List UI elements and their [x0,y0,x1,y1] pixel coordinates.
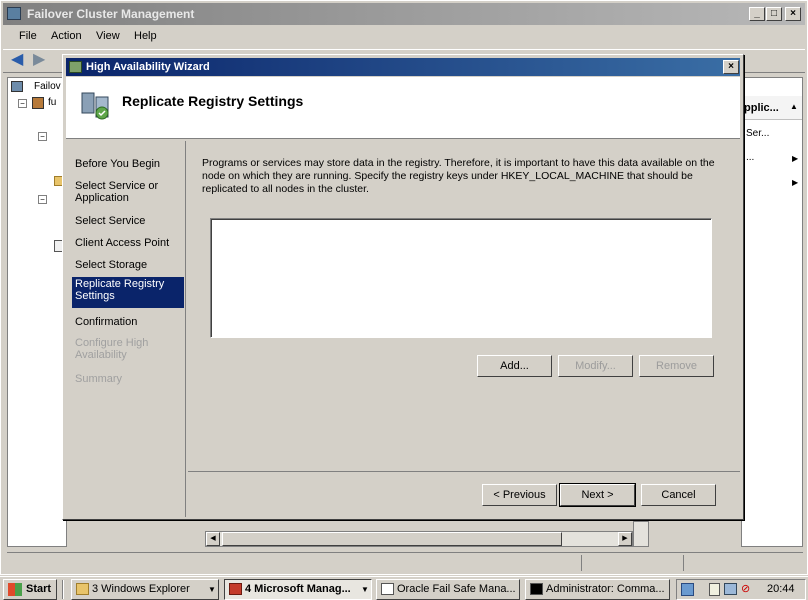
actions-pane: pplic... ▲ Ser... ... ▶ ▶ [741,77,803,547]
console-tree: Failov − fu − − [7,77,67,547]
start-button[interactable]: Start [3,579,57,600]
previous-button[interactable]: < Previous [482,484,557,506]
task-microsoft-management[interactable]: 4 Microsoft Manag... ▼ [224,579,372,600]
window-title: Failover Cluster Management [27,7,195,21]
chevron-down-icon: ▼ [361,585,369,594]
task-label: Oracle Fail Safe Mana... [397,583,516,595]
window-title-bar[interactable]: Failover Cluster Management _ □ × [3,3,805,25]
back-arrow-icon[interactable]: ◀ [11,52,29,68]
expand-icon[interactable]: − [18,99,27,108]
nav-configure-high-availability: Configure High Availability [75,337,149,361]
status-bar [7,552,803,572]
submenu-arrow-icon[interactable]: ▶ [792,154,798,163]
console-icon [530,583,543,595]
actions-header-label: pplic... [744,102,779,114]
nav-summary: Summary [75,373,123,385]
wizard-dialog: High Availability Wizard × Replicate Reg… [62,54,744,520]
nav-replicate-registry-settings[interactable]: Replicate Registry Settings [72,277,184,308]
menu-help[interactable]: Help [134,30,157,42]
cancel-button[interactable]: Cancel [641,484,716,506]
task-label: 3 Windows Explorer [92,583,190,595]
nav-select-service-or-application[interactable]: Select Service or Application [72,179,184,205]
scroll-thumb[interactable] [222,532,562,546]
clipboard-icon[interactable] [709,583,720,596]
forward-arrow-icon[interactable]: ▶ [33,52,51,68]
add-button[interactable]: Add... [477,355,552,377]
nav-select-service[interactable]: Select Service [72,214,184,228]
nav-confirmation[interactable]: Confirmation [72,315,184,329]
vertical-scrollbar[interactable] [633,521,649,547]
wizard-description: Programs or services may store data in t… [202,157,715,195]
taskbar: Start 3 Windows Explorer ▼ 4 Microsoft M… [0,576,808,600]
task-windows-explorer[interactable]: 3 Windows Explorer ▼ [71,579,219,600]
nav-client-access-point[interactable]: Client Access Point [72,236,184,250]
minimize-button[interactable]: _ [749,7,765,21]
wizard-body: Programs or services may store data in t… [188,141,740,471]
wizard-header: Replicate Registry Settings [66,77,740,139]
cluster-icon [11,81,23,92]
menu-bar: File Action View Help [3,27,805,47]
horizontal-scrollbar[interactable]: ◀ ▶ [205,531,633,547]
oracle-icon [381,583,394,595]
scroll-left-button[interactable]: ◀ [206,532,220,546]
task-label: Administrator: Comma... [546,583,665,595]
task-label: 4 Microsoft Manag... [245,583,351,595]
windows-logo-icon [8,583,22,596]
wizard-title: High Availability Wizard [86,61,210,73]
actions-header: pplic... ▲ [742,96,802,120]
nav-select-storage[interactable]: Select Storage [72,258,184,272]
wizard-title-bar[interactable]: High Availability Wizard × [66,58,740,76]
wizard-footer: < Previous Next > Cancel [188,471,740,517]
mmc-icon [229,583,242,595]
chevron-down-icon: ▼ [208,585,216,594]
folder-icon [76,583,89,595]
start-label: Start [26,583,52,595]
modify-button: Modify... [558,355,633,377]
system-tray: ⊘ 20:44 [676,579,806,600]
network-icon[interactable] [681,583,694,596]
next-button[interactable]: Next > [559,483,636,507]
action-item-more[interactable]: ... [746,152,754,163]
maximize-button[interactable]: □ [766,7,782,21]
tree-root-label[interactable]: Failov [34,81,61,92]
volume-muted-icon[interactable]: ⊘ [741,583,754,596]
wizard-steps-nav: Before You Begin Select Service or Appli… [66,141,186,517]
wizard-close-button[interactable]: × [723,60,739,74]
nav-before-you-begin[interactable]: Before You Begin [72,157,184,171]
registry-keys-list[interactable] [210,218,712,338]
clock[interactable]: 20:44 [767,583,795,595]
remove-button: Remove [639,355,714,377]
submenu-arrow-icon[interactable]: ▶ [792,178,798,187]
task-administrator-command[interactable]: Administrator: Comma... [525,579,670,600]
scroll-right-button[interactable]: ▶ [618,532,632,546]
task-oracle-fail-safe[interactable]: Oracle Fail Safe Mana... [376,579,520,600]
wizard-app-icon [69,61,82,73]
close-button[interactable]: × [785,7,801,21]
display-icon[interactable] [724,583,737,595]
menu-view[interactable]: View [96,30,120,42]
menu-action[interactable]: Action [51,30,82,42]
tree-node-label[interactable]: fu [48,97,56,108]
wizard-icon [80,89,112,121]
collapse-icon[interactable]: ▲ [790,102,798,111]
wizard-heading: Replicate Registry Settings [122,93,304,109]
node-icon [32,97,44,109]
app-icon [7,7,21,20]
action-item-services[interactable]: Ser... [746,128,769,139]
expand-icon[interactable]: − [38,132,47,141]
expand-icon[interactable]: − [38,195,47,204]
menu-file[interactable]: File [19,30,37,42]
